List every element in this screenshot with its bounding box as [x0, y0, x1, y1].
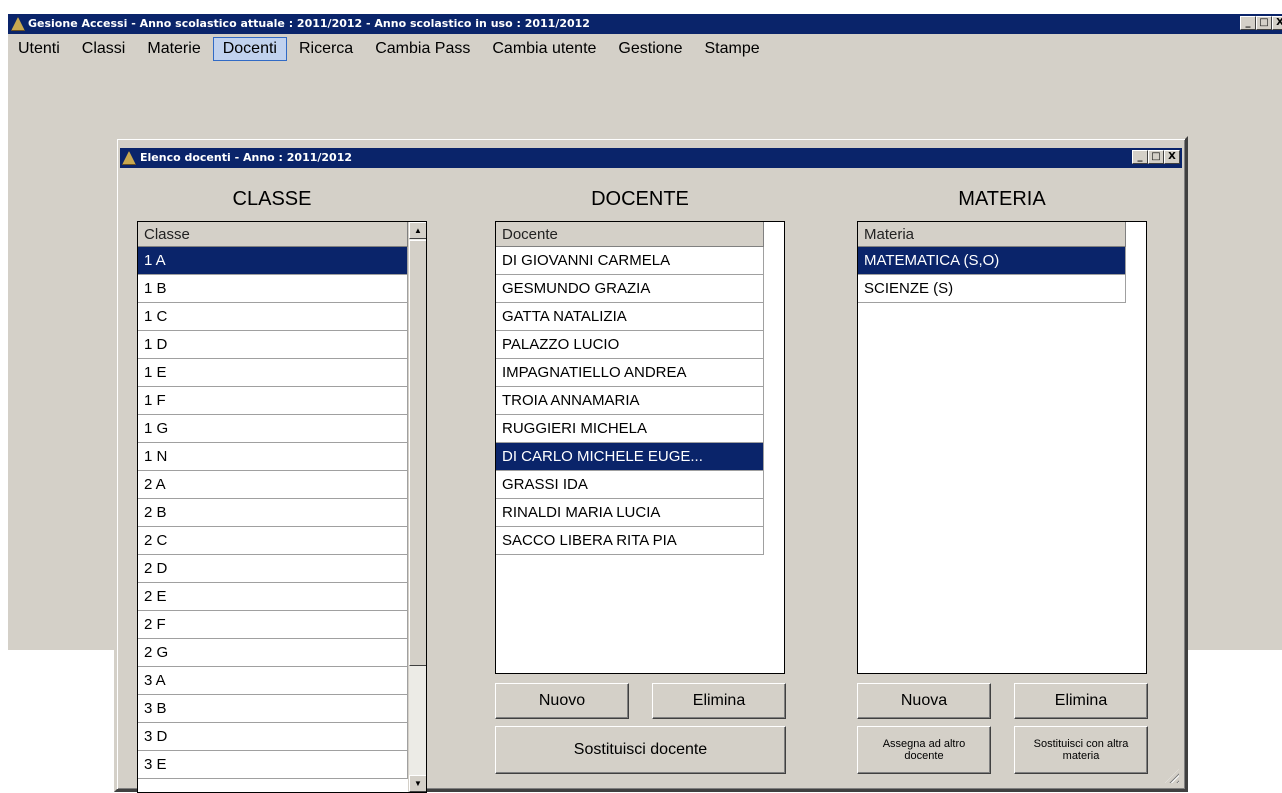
- materia-list-item[interactable]: SCIENZE (S): [858, 275, 1126, 303]
- menu-bar: Utenti Classi Materie Docenti Ricerca Ca…: [8, 36, 1282, 62]
- classe-list-item[interactable]: 1 D: [138, 331, 408, 359]
- menu-stampe[interactable]: Stampe: [694, 37, 769, 61]
- main-title: Gesione Accessi - Anno scolastico attual…: [28, 17, 590, 30]
- classe-list-item[interactable]: 2 A: [138, 471, 408, 499]
- materia-list-item[interactable]: MATEMATICA (S,O): [858, 247, 1126, 275]
- classe-list-item[interactable]: 1 B: [138, 275, 408, 303]
- materia-list[interactable]: Materia MATEMATICA (S,O) SCIENZE (S): [857, 221, 1147, 674]
- elimina-materia-button[interactable]: Elimina: [1014, 683, 1148, 719]
- classe-list-item[interactable]: 1 E: [138, 359, 408, 387]
- maximize-button[interactable]: □: [1256, 16, 1272, 30]
- dialog-title: Elenco docenti - Anno : 2011/2012: [140, 151, 353, 164]
- menu-docenti[interactable]: Docenti: [212, 37, 287, 61]
- docente-heading: DOCENTE: [591, 188, 689, 210]
- sostituisci-materia-button[interactable]: Sostituisci con altra materia: [1014, 726, 1148, 774]
- docente-list-item[interactable]: DI GIOVANNI CARMELA: [496, 247, 764, 275]
- scroll-up-arrow-icon[interactable]: ▲: [409, 222, 426, 239]
- docente-list-item[interactable]: DI CARLO MICHELE EUGE...: [496, 443, 764, 471]
- scroll-thumb[interactable]: [409, 240, 426, 666]
- classe-list[interactable]: Classe 1 A1 B1 C1 D1 E1 F1 G1 N2 A2 B2 C…: [137, 221, 427, 793]
- sostituisci-docente-button[interactable]: Sostituisci docente: [495, 726, 786, 774]
- minimize-button[interactable]: _: [1240, 16, 1256, 30]
- menu-materie[interactable]: Materie: [137, 37, 210, 61]
- menu-utenti[interactable]: Utenti: [8, 37, 70, 61]
- classe-list-item[interactable]: 2 E: [138, 583, 408, 611]
- docente-list-item[interactable]: TROIA ANNAMARIA: [496, 387, 764, 415]
- docente-list-item[interactable]: GRASSI IDA: [496, 471, 764, 499]
- elenco-docenti-dialog: Elenco docenti - Anno : 2011/2012 _ □ X …: [114, 136, 1188, 793]
- classe-list-item[interactable]: 1 C: [138, 303, 408, 331]
- docente-list-item[interactable]: RUGGIERI MICHELA: [496, 415, 764, 443]
- scroll-down-arrow-icon[interactable]: ▼: [409, 775, 426, 792]
- dialog-icon: [122, 151, 136, 165]
- app-icon: [11, 17, 25, 31]
- nuovo-docente-button[interactable]: Nuovo: [495, 683, 629, 719]
- dialog-minimize-button[interactable]: _: [1132, 150, 1148, 164]
- menu-cambia-pass[interactable]: Cambia Pass: [365, 37, 480, 61]
- classe-list-item[interactable]: 1 N: [138, 443, 408, 471]
- dialog-close-button[interactable]: X: [1164, 150, 1180, 164]
- resize-grip-icon[interactable]: [1165, 769, 1179, 783]
- classe-list-item[interactable]: 3 E: [138, 751, 408, 779]
- classe-list-item[interactable]: 3 D: [138, 723, 408, 751]
- docente-list-item[interactable]: SACCO LIBERA RITA PIA: [496, 527, 764, 555]
- docente-list-item[interactable]: IMPAGNATIELLO ANDREA: [496, 359, 764, 387]
- dialog-maximize-button[interactable]: □: [1148, 150, 1164, 164]
- classe-scrollbar[interactable]: ▲ ▼: [408, 222, 426, 792]
- classe-list-item[interactable]: 2 B: [138, 499, 408, 527]
- docente-list-item[interactable]: PALAZZO LUCIO: [496, 331, 764, 359]
- materia-heading: MATERIA: [958, 188, 1046, 210]
- classe-list-item[interactable]: 2 D: [138, 555, 408, 583]
- close-button[interactable]: X: [1272, 16, 1282, 30]
- docente-list-item[interactable]: GESMUNDO GRAZIA: [496, 275, 764, 303]
- classe-list-item[interactable]: 3 B: [138, 695, 408, 723]
- classe-list-item[interactable]: 1 G: [138, 415, 408, 443]
- menu-classi[interactable]: Classi: [72, 37, 136, 61]
- docente-list-item[interactable]: GATTA NATALIZIA: [496, 303, 764, 331]
- classe-column-header[interactable]: Classe: [138, 222, 408, 247]
- assegna-altro-docente-button[interactable]: Assegna ad altro docente: [857, 726, 991, 774]
- menu-ricerca[interactable]: Ricerca: [289, 37, 363, 61]
- classe-list-item[interactable]: 1 F: [138, 387, 408, 415]
- classe-heading: CLASSE: [232, 188, 312, 210]
- dialog-title-bar[interactable]: Elenco docenti - Anno : 2011/2012 _ □ X: [120, 148, 1182, 168]
- docente-list-item[interactable]: RINALDI MARIA LUCIA: [496, 499, 764, 527]
- classe-list-item[interactable]: 2 C: [138, 527, 408, 555]
- classe-list-item[interactable]: 2 G: [138, 639, 408, 667]
- docente-column-header[interactable]: Docente: [496, 222, 764, 247]
- classe-list-item[interactable]: 2 F: [138, 611, 408, 639]
- menu-gestione[interactable]: Gestione: [608, 37, 692, 61]
- menu-cambia-utente[interactable]: Cambia utente: [482, 37, 606, 61]
- classe-list-item[interactable]: 3 A: [138, 667, 408, 695]
- elimina-docente-button[interactable]: Elimina: [652, 683, 786, 719]
- nuova-materia-button[interactable]: Nuova: [857, 683, 991, 719]
- main-title-bar[interactable]: Gesione Accessi - Anno scolastico attual…: [8, 14, 1282, 34]
- classe-list-item[interactable]: 1 A: [138, 247, 408, 275]
- docente-list[interactable]: Docente DI GIOVANNI CARMELA GESMUNDO GRAZ…: [495, 221, 785, 674]
- materia-column-header[interactable]: Materia: [858, 222, 1126, 247]
